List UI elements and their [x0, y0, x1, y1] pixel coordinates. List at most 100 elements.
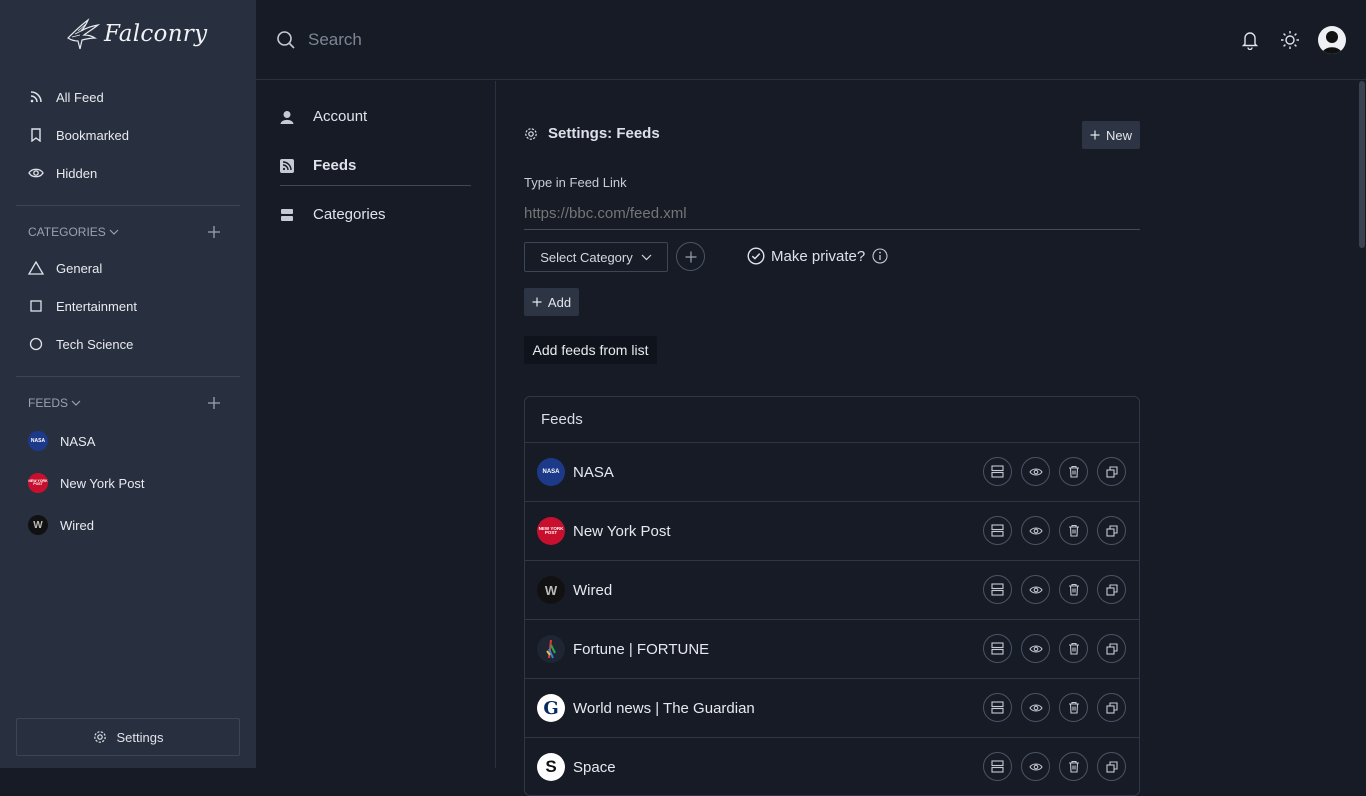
nypost-logo-icon: NEW YORK POST [537, 517, 565, 545]
add-feeds-from-list-button[interactable]: Add feeds from list [524, 336, 657, 364]
add-label: Add [547, 294, 572, 310]
settings-nav: Account Feeds Categories [256, 81, 496, 768]
info-icon[interactable] [872, 248, 888, 264]
add-category-button[interactable] [676, 242, 705, 271]
feed-name: World news | The Guardian [573, 699, 755, 717]
copy-button[interactable] [1097, 457, 1126, 486]
feeds-table: Feeds NASA NASA NEW YORK POST New York P… [524, 396, 1140, 796]
settings-label: Settings [116, 729, 164, 745]
settings-button[interactable]: Settings [16, 718, 240, 756]
add-feed-icon[interactable] [206, 395, 222, 411]
row-actions [983, 693, 1135, 722]
delete-button[interactable] [1059, 693, 1088, 722]
nav-label: Bookmarked [56, 127, 129, 143]
categories-heading[interactable]: CATEGORIES [28, 222, 119, 242]
plus-icon [1090, 130, 1100, 140]
category-general[interactable]: General [28, 258, 102, 278]
category-icon [991, 583, 1004, 596]
visibility-button[interactable] [1021, 752, 1050, 781]
bell-icon[interactable] [1241, 30, 1259, 50]
active-underline [280, 185, 471, 186]
copy-icon [1105, 760, 1118, 773]
sun-icon[interactable] [1280, 30, 1300, 50]
eye-icon [28, 165, 44, 181]
settings-nav-label: Categories [313, 206, 386, 223]
visibility-button[interactable] [1021, 693, 1050, 722]
visibility-button[interactable] [1021, 634, 1050, 663]
user-avatar[interactable] [1318, 26, 1346, 54]
copy-icon [1105, 583, 1118, 596]
feed-link-input[interactable] [524, 197, 1140, 230]
category-icon [280, 208, 296, 221]
make-private-toggle[interactable]: Make private? [747, 247, 888, 265]
category-button[interactable] [983, 516, 1012, 545]
sidebar-feed-new-york-post[interactable]: NEW YORK POST New York Post [28, 472, 145, 494]
trash-icon [1068, 465, 1079, 478]
table-row: NASA NASA [525, 443, 1139, 502]
category-button[interactable] [983, 752, 1012, 781]
delete-button[interactable] [1059, 457, 1088, 486]
nav-hidden[interactable]: Hidden [28, 163, 97, 183]
plus-icon [532, 297, 542, 307]
gear-icon [525, 127, 537, 140]
visibility-button[interactable] [1021, 457, 1050, 486]
delete-button[interactable] [1059, 575, 1088, 604]
nav-all-feed[interactable]: All Feed [28, 87, 104, 107]
category-entertainment[interactable]: Entertainment [28, 296, 137, 316]
eye-icon [1028, 526, 1043, 535]
scrollbar-thumb[interactable] [1359, 81, 1365, 248]
feeds-heading[interactable]: FEEDS [28, 393, 81, 413]
settings-nav-categories[interactable]: Categories [280, 206, 386, 223]
copy-button[interactable] [1097, 575, 1126, 604]
settings-nav-label: Feeds [313, 157, 357, 174]
add-button[interactable]: Add [524, 288, 579, 316]
visibility-button[interactable] [1021, 516, 1050, 545]
category-tech-science[interactable]: Tech Science [28, 334, 133, 354]
table-row: G World news | The Guardian [525, 679, 1139, 738]
category-label: Entertainment [56, 298, 137, 314]
search-icon [277, 31, 295, 49]
nav-bookmarked[interactable]: Bookmarked [28, 125, 129, 145]
add-category-icon[interactable] [206, 224, 222, 240]
nav-label: All Feed [56, 89, 104, 105]
visibility-button[interactable] [1021, 575, 1050, 604]
feed-name: NASA [573, 463, 614, 481]
feed-name: Wired [573, 581, 613, 599]
category-button[interactable] [983, 693, 1012, 722]
delete-button[interactable] [1059, 752, 1088, 781]
app-logo[interactable]: Falconry [66, 16, 207, 52]
copy-button[interactable] [1097, 693, 1126, 722]
sidebar-feed-nasa[interactable]: NASA NASA [28, 430, 95, 452]
sidebar-feed-wired[interactable]: W Wired [28, 514, 94, 536]
chevron-down-icon [71, 400, 81, 406]
settings-nav-account[interactable]: Account [280, 108, 367, 125]
copy-button[interactable] [1097, 752, 1126, 781]
feed-label: New York Post [60, 475, 145, 491]
settings-nav-feeds[interactable]: Feeds [280, 157, 356, 174]
copy-button[interactable] [1097, 516, 1126, 545]
category-button[interactable] [983, 634, 1012, 663]
delete-button[interactable] [1059, 516, 1088, 545]
settings-nav-label: Account [313, 108, 368, 125]
trash-icon [1068, 583, 1079, 596]
sidebar: Falconry All Feed Bookmarked Hidden CATE… [0, 0, 256, 768]
trash-icon [1068, 642, 1079, 655]
table-row: Fortune | FORTUNE [525, 620, 1139, 679]
delete-button[interactable] [1059, 634, 1088, 663]
category-button[interactable] [983, 457, 1012, 486]
user-icon [280, 110, 296, 124]
category-select[interactable]: Select Category [524, 242, 668, 272]
copy-icon [1105, 465, 1118, 478]
row-actions [983, 752, 1135, 781]
category-button[interactable] [983, 575, 1012, 604]
rss-square-icon [280, 158, 296, 173]
table-row: W Wired [525, 561, 1139, 620]
search-input[interactable] [308, 28, 908, 52]
new-feed-button[interactable]: New [1082, 121, 1140, 149]
fortune-logo-icon [537, 635, 565, 663]
plus-icon [685, 251, 696, 262]
wired-logo-icon: W [537, 576, 565, 604]
copy-button[interactable] [1097, 634, 1126, 663]
main-content: Settings: Feeds New Type in Feed Link Se… [496, 81, 1358, 796]
space-logo-icon: S [537, 753, 565, 781]
